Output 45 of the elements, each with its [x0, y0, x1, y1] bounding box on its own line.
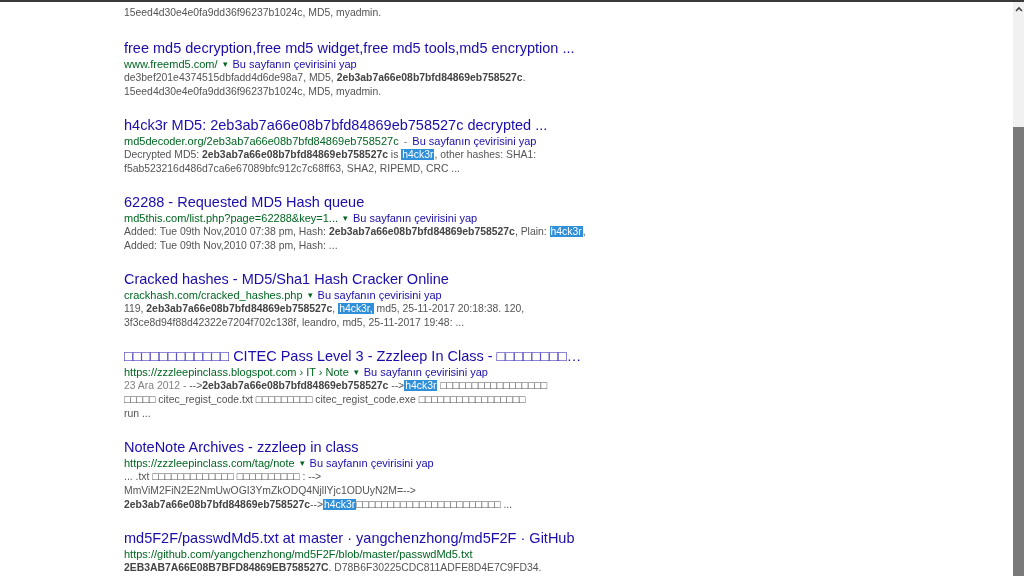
snippet-text: Decrypted MD5: 2eb3ab7a66e08b7bfd84869eb758527c is h4ck3r, other hashes: SHA1: [124, 148, 537, 162]
dropdown-arrow[interactable]: ▾ [222, 57, 228, 71]
translate-link[interactable]: Bu sayfanın çevirisini yap [309, 456, 434, 470]
snippet-text: 23 Ara 2012 - -->2eb3ab7a66e08b7bfd84869eb758527c -->h4ck3r □□□□□□□□□□□□□□□□□ [124, 379, 547, 393]
snippet-text: 3f3ce8d94f88d42322e7204f702c138f, leandro, md5, 25-11-2017 19:48: ... [124, 316, 465, 330]
dropdown-arrow[interactable]: ▾ [299, 456, 305, 470]
result-url: https://github.com/yangchenzhong/md5F2F/blob/master/passwdMd5.txt [124, 547, 473, 561]
separator: - [403, 134, 408, 148]
result-url: md5decoder.org/2eb3ab7a66e08b7bfd84869eb758527c [124, 134, 399, 148]
scrollbar[interactable] [1013, 2, 1024, 576]
result-url: www.freemd5.com/ [124, 57, 218, 71]
result-url: crackhash.com/cracked_hashes.php [124, 288, 303, 302]
result-title-link[interactable]: Cracked hashes - MD5/Sha1 Hash Cracker Online [124, 270, 449, 288]
scroll-up-icon[interactable] [1013, 5, 1024, 13]
result-url: md5this.com/list.php?page=62288&key=1... [124, 211, 339, 225]
result-url: https://zzzleepinclass.com/tag/note [124, 456, 295, 470]
translate-link[interactable]: Bu sayfanın çevirisini yap [232, 57, 357, 71]
result-title-link[interactable]: md5F2F/passwdMd5.txt at master · yangchenzhong/md5F2F · GitHub [124, 529, 575, 547]
snippet-text: 15eed4d30e4e0fa9dd36f96237b1024c, MD5, myadmin. [124, 85, 382, 99]
result-title-link[interactable]: 62288 - Requested MD5 Hash queue [124, 193, 365, 211]
snippet-text: MmViM2FiN2E2NmUwOGI3YmZkODQ4NjllYjc1ODUyN2M=--> [124, 484, 416, 498]
translate-link[interactable]: Bu sayfanın çevirisini yap [317, 288, 442, 302]
snippet-text: 2EB3AB7A66E08B7BFD84869EB758527C. D78B6F30225CDC811ADFE8D4E7C9FD34. [124, 561, 542, 575]
dropdown-arrow[interactable]: ▾ [307, 288, 313, 302]
snippet-text: f5ab523216d486d7ca6e67089bfc912c7c68ff63, SHA2, RIPEMD, CRC ... [124, 162, 460, 176]
snippet-text: Added: Tue 09th Nov,2010 07:38 pm, Hash: 2eb3ab7a66e08b7bfd84869eb758527c, Plain: h4ck3r, [124, 225, 586, 239]
result-title-link[interactable]: NoteNote Archives - zzzleep in class [124, 438, 359, 456]
dropdown-arrow[interactable]: ▾ [353, 365, 359, 379]
result-title-link[interactable]: h4ck3r MD5: 2eb3ab7a66e08b7bfd84869eb758527c decrypted ... [124, 116, 548, 134]
result-title-link[interactable]: free md5 decryption,free md5 widget,free md5 tools,md5 encryption ... [124, 39, 575, 57]
snippet-text: Added: Tue 09th Nov,2010 07:38 pm, Hash: ... [124, 239, 338, 253]
snippet-text: 119, 2eb3ab7a66e08b7bfd84869eb758527c, h4ck3r, md5, 25-11-2017 20:18:38. 120, [124, 302, 525, 316]
snippet-text: ... .txt □□□□□□□□□□□□□ □□□□□□□□□□ : --> [124, 470, 322, 484]
snippet-text: run ... [124, 407, 151, 421]
snippet-text: de3bef201e4374515dbfadd4d6de98a7, MD5, 2eb3ab7a66e08b7bfd84869eb758527c. [124, 71, 526, 85]
snippet-text: □□□□□ citec_regist_code.txt □□□□□□□□□ citec_regist_code.exe □□□□□□□□□□□□□□□□□ [124, 393, 526, 407]
dropdown-arrow[interactable]: ▾ [343, 211, 349, 225]
result-url: https://zzzleepinclass.blogspot.com › IT › Note [124, 365, 349, 379]
translate-link[interactable]: Bu sayfanın çevirisini yap [412, 134, 537, 148]
translate-link[interactable]: Bu sayfanın çevirisini yap [353, 211, 478, 225]
result-title-link[interactable]: □□□□□□□□□□□□ CITEC Pass Level 3 - Zzzleep In Class - □□□□□□□□… [124, 347, 582, 365]
snippet-text: 2eb3ab7a66e08b7bfd84869eb758527c-->h4ck3r□□□□□□□□□□□□□□□□□□□□□□□ ... [124, 498, 513, 512]
translate-link[interactable]: Bu sayfanın çevirisini yap [363, 365, 488, 379]
snippet-text: 15eed4d30e4e0fa9dd36f96237b1024c, MD5, myadmin. [124, 6, 382, 20]
scrollbar-thumb[interactable] [1013, 127, 1024, 576]
